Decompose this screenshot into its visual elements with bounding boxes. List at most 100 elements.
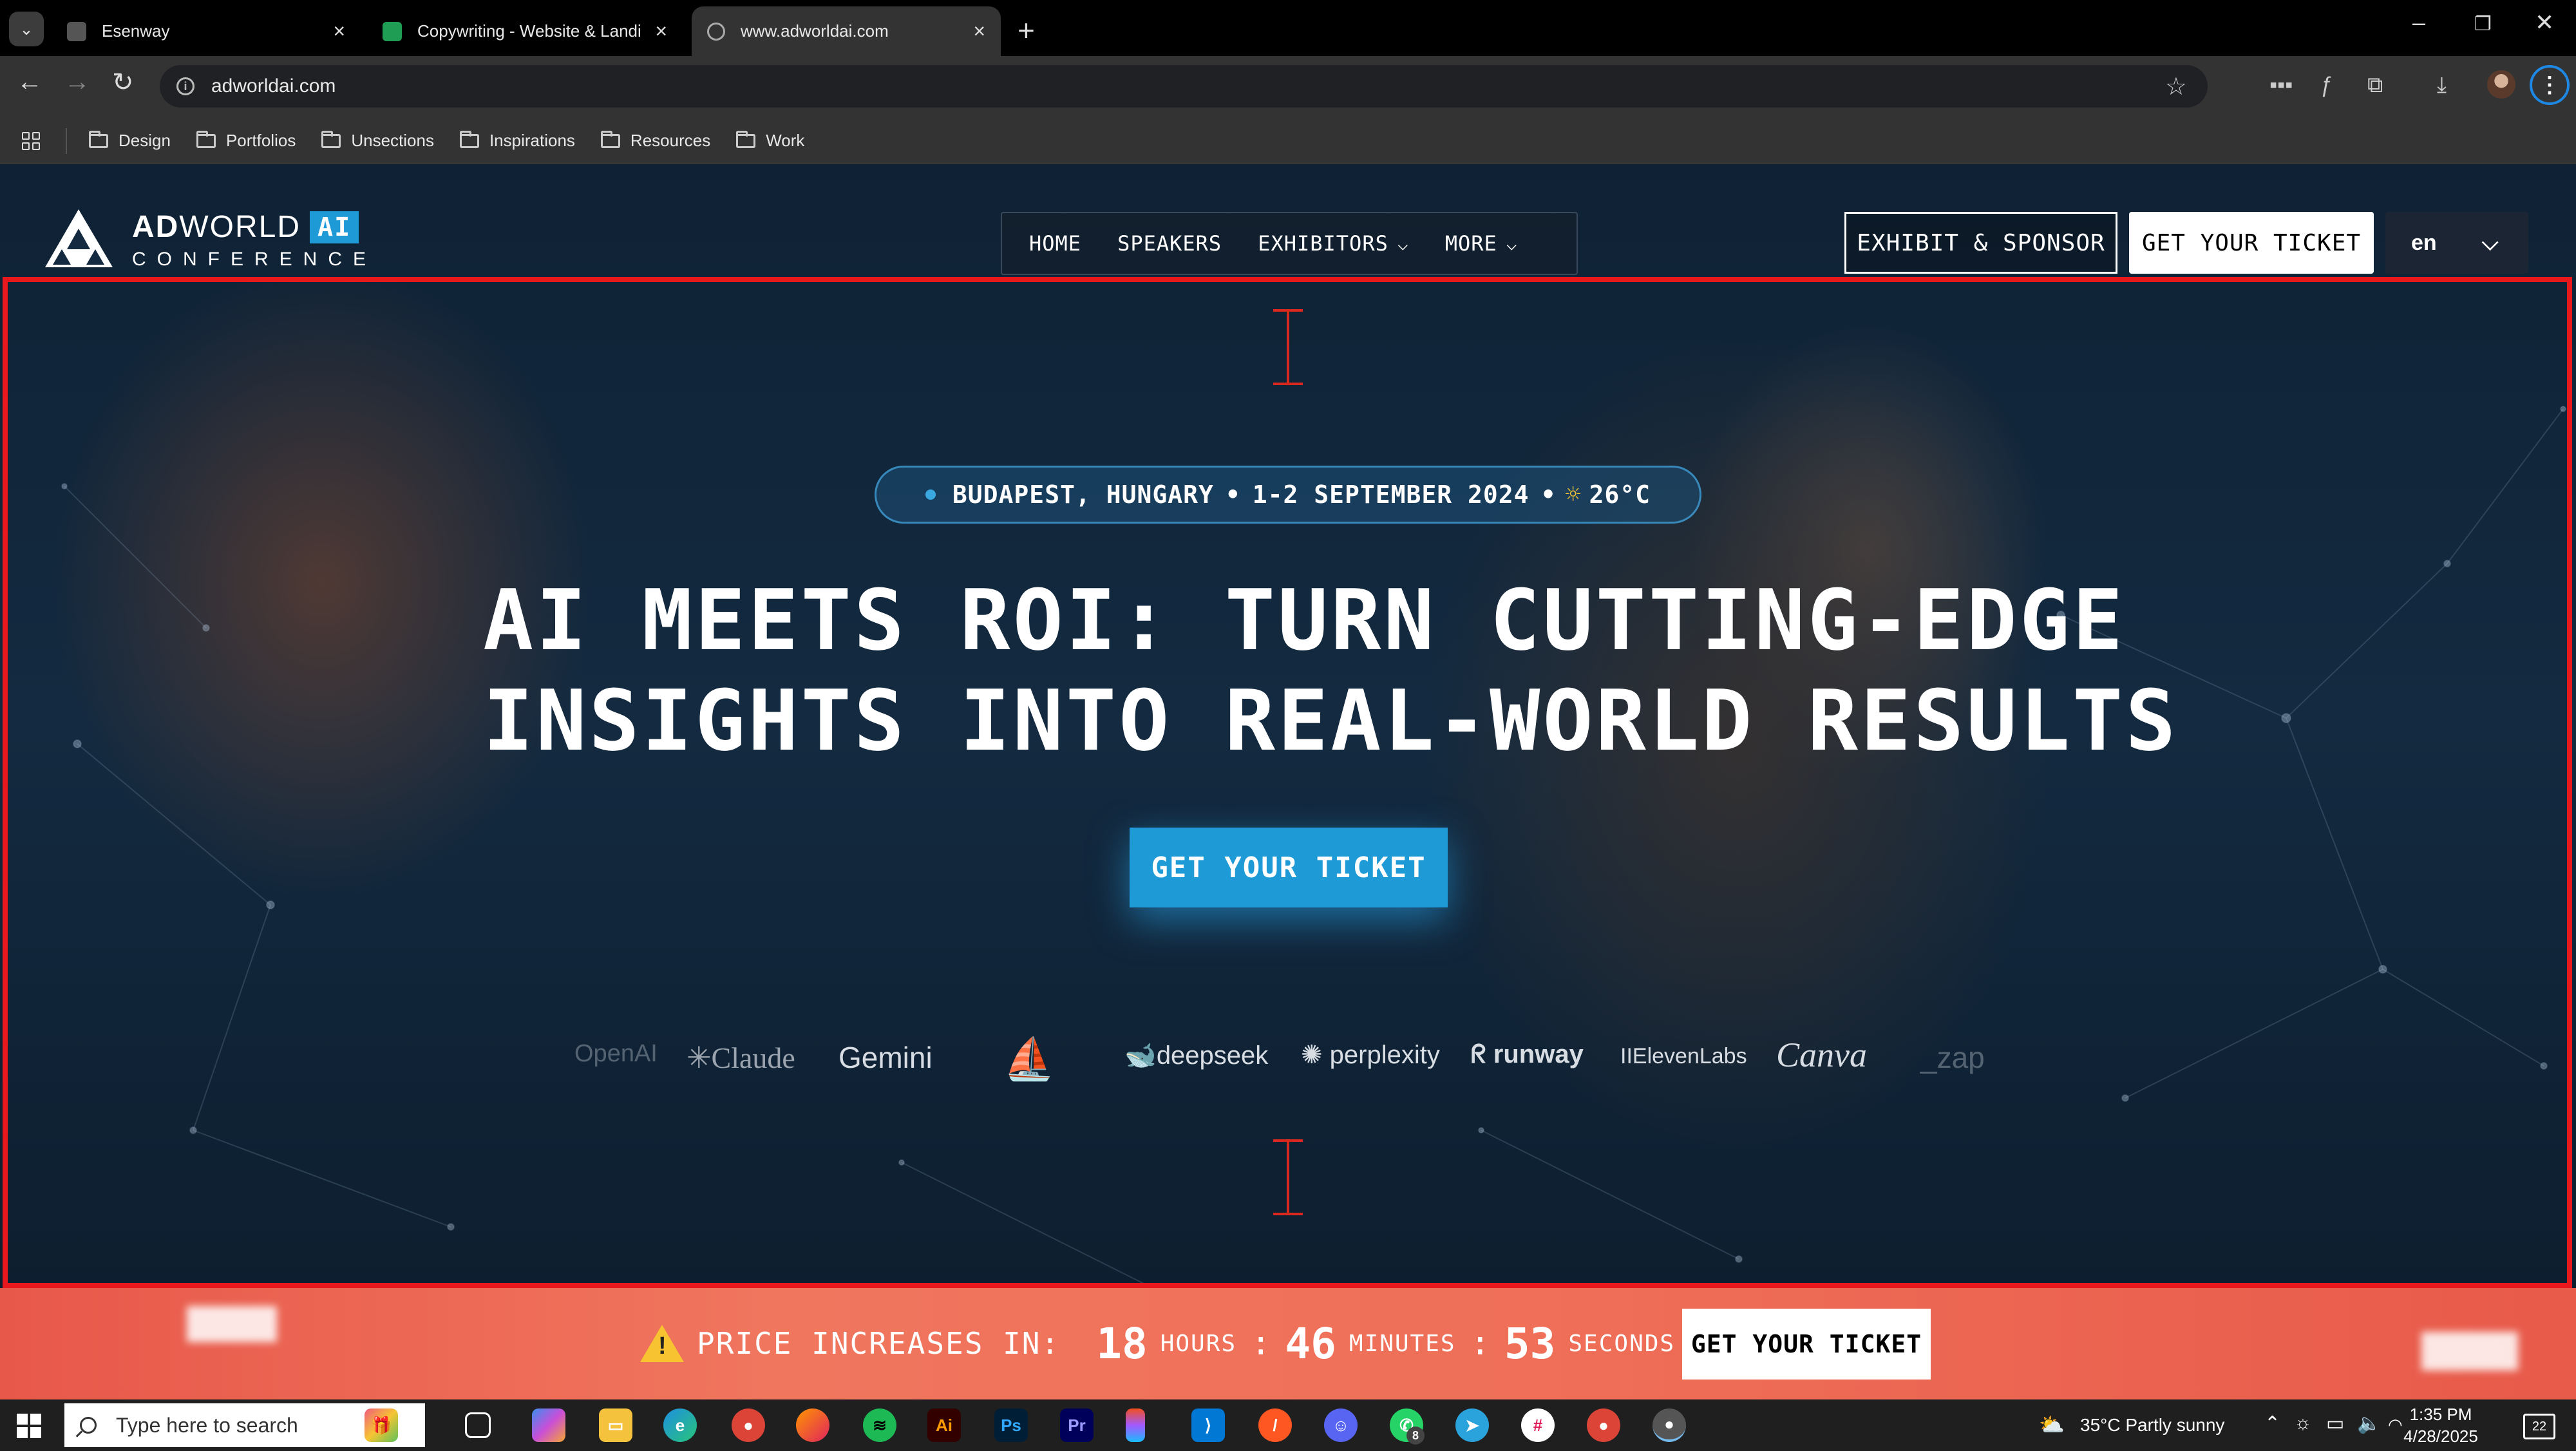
site-info-icon[interactable]: i (176, 77, 194, 95)
firefox-icon[interactable] (796, 1408, 829, 1442)
photoshop-icon[interactable]: Ps (994, 1408, 1028, 1442)
vscode-icon[interactable]: ⟩ (1191, 1408, 1225, 1442)
bookmark-label: Inspirations (489, 131, 575, 150)
claude-logo: ✳Claude (687, 1041, 795, 1074)
tab-search-button[interactable]: ⌄ (9, 12, 44, 46)
nav-exhibitors[interactable]: EXHIBITORS ⌵ (1258, 231, 1409, 256)
exhibit-sponsor-button[interactable]: EXHIBIT & SPONSOR (1844, 212, 2117, 274)
extension-dots-icon[interactable]: ▪▪▪ (2269, 73, 2293, 98)
close-tab-icon[interactable]: × (973, 19, 985, 43)
price-countdown-bar: ! PRICE INCREASES IN: 18 HOURS : 46 MINU… (0, 1288, 2576, 1399)
reload-icon[interactable]: ↻ (112, 68, 134, 97)
slack-icon[interactable]: # (1521, 1408, 1555, 1442)
tab-copywriting[interactable]: Copywriting - Website & Landi × (367, 6, 683, 56)
illustrator-icon[interactable]: Ai (927, 1408, 961, 1442)
chevron-up-icon[interactable]: ⌃ (2264, 1412, 2280, 1435)
browser-tab-strip: ⌄ Esenway × Copywriting - Website & Land… (0, 0, 2576, 56)
bookmarks-divider (66, 128, 67, 154)
windows-start-icon[interactable] (17, 1414, 41, 1438)
seconds-unit: SECONDS (1568, 1330, 1676, 1357)
canva-logo: Canva (1776, 1036, 1867, 1074)
brightness-icon[interactable]: ☼ (2294, 1412, 2312, 1434)
chrome-active-icon[interactable]: ● (1653, 1408, 1686, 1442)
header-ticket-button[interactable]: GET YOUR TICKET (2129, 212, 2374, 274)
logo-subtitle: CONFERENCE (132, 249, 377, 270)
adworld-logo[interactable]: AD WORLD AI CONFERENCE (45, 209, 377, 270)
profile-avatar[interactable] (2487, 70, 2515, 99)
bookmark-label: Portfolios (225, 131, 296, 150)
bookmark-folder-resources[interactable]: Resources (600, 130, 710, 151)
extensions-puzzle-icon[interactable]: ⧉ (2367, 73, 2383, 98)
minimize-button[interactable]: – (2412, 9, 2425, 36)
address-bar[interactable]: i adworldai.com ☆ (160, 65, 2208, 108)
tab-adworldai[interactable]: www.adworldai.com × (692, 6, 1001, 56)
postman-icon[interactable]: / (1258, 1408, 1292, 1442)
price-bar-ticket-button[interactable]: GET YOUR TICKET (1682, 1309, 1931, 1380)
openai-logo: OpenAI (574, 1040, 658, 1067)
zapier-logo: _zap (1920, 1041, 1985, 1074)
task-view-icon[interactable] (465, 1412, 491, 1438)
weather-text[interactable]: 35°C Partly sunny (2080, 1415, 2224, 1436)
address-toolbar: ← → ↻ i adworldai.com ☆ ▪▪▪ ƒ ⧉ ⤓ ⋮ (0, 56, 2576, 118)
search-icon (80, 1417, 97, 1434)
formula-extension-icon[interactable]: ƒ (2320, 73, 2332, 98)
bookmark-folder-inspirations[interactable]: Inspirations (459, 130, 575, 151)
bookmark-folder-portfolios[interactable]: Portfolios (196, 130, 296, 151)
hero-ticket-button[interactable]: GET YOUR TICKET (1130, 828, 1448, 907)
bookmark-star-icon[interactable]: ☆ (2165, 72, 2187, 101)
notification-center-icon[interactable]: 22 (2523, 1414, 2555, 1439)
nav-more[interactable]: MORE ⌵ (1445, 231, 1518, 256)
tab-label: Esenway (102, 21, 170, 41)
windows-taskbar: Type here to search 🎁 ▭ e ● ≋ Ai Ps Pr ⟩… (0, 1399, 2576, 1451)
premiere-icon[interactable]: Pr (1060, 1408, 1094, 1442)
event-info-pill: BUDAPEST, HUNGARY • 1-2 SEPTEMBER 2024 •… (875, 466, 1701, 524)
nav-home[interactable]: HOME (1029, 231, 1081, 256)
search-placeholder: Type here to search (116, 1413, 298, 1437)
figma-icon[interactable] (1126, 1408, 1145, 1442)
bookmark-folder-design[interactable]: Design (89, 130, 171, 151)
tab-esenway[interactable]: Esenway × (52, 6, 361, 56)
restore-button[interactable]: ❐ (2474, 13, 2492, 35)
tab-label: Copywriting - Website & Landi (417, 21, 641, 41)
decorative-glow (187, 1306, 277, 1342)
chevron-down-icon: ⌄ (19, 19, 33, 39)
globe-favicon-icon (707, 22, 725, 41)
address-text: adworldai.com (211, 75, 336, 97)
close-tab-icon[interactable]: × (655, 19, 667, 43)
back-arrow-icon[interactable]: ← (17, 68, 43, 97)
minutes-unit: MINUTES (1349, 1330, 1456, 1357)
hours-unit: HOURS (1160, 1330, 1237, 1357)
system-clock[interactable]: 1:35 PM 4/28/2025 (2396, 1403, 2486, 1447)
volume-icon[interactable]: 🔈 (2357, 1412, 2381, 1435)
copilot-icon[interactable] (532, 1408, 565, 1442)
close-window-button[interactable]: ✕ (2535, 9, 2554, 36)
new-tab-button[interactable]: + (1018, 13, 1035, 48)
headline-line-2: INSIGHTS INTO REAL-WORLD RESULTS (483, 672, 2179, 770)
chevron-down-icon: ⌵ (1397, 232, 1409, 254)
discord-icon[interactable]: ☺ (1324, 1408, 1358, 1442)
battery-icon[interactable]: ▭ (2326, 1412, 2344, 1435)
telegram-icon[interactable]: ➤ (1455, 1408, 1489, 1442)
decorative-glow (2421, 1332, 2518, 1370)
countdown-minutes: 46 (1285, 1318, 1336, 1369)
nav-speakers[interactable]: SPEAKERS (1117, 231, 1222, 256)
logo-word-bold: AD (132, 210, 180, 244)
chrome-icon[interactable]: ● (1587, 1408, 1620, 1442)
forward-arrow-icon[interactable]: → (64, 68, 90, 97)
folder-icon (459, 130, 479, 148)
downloads-icon[interactable]: ⤓ (2437, 73, 2447, 98)
close-tab-icon[interactable]: × (333, 19, 345, 43)
spotify-icon[interactable]: ≋ (863, 1408, 896, 1442)
bookmark-folder-unsections[interactable]: Unsections (321, 130, 434, 151)
apps-grid-icon[interactable] (22, 131, 40, 150)
chrome-profile-icon[interactable]: ● (732, 1408, 765, 1442)
file-explorer-icon[interactable]: ▭ (599, 1408, 632, 1442)
event-temperature: 26°C (1589, 480, 1651, 509)
folder-icon (321, 130, 341, 148)
esenway-favicon-icon (67, 21, 86, 41)
edge-icon[interactable]: e (663, 1408, 697, 1442)
language-selector[interactable]: en ⌵ (2385, 212, 2528, 274)
folder-icon (196, 130, 216, 148)
browser-menu-icon[interactable]: ⋮ (2530, 65, 2570, 105)
bookmark-folder-work[interactable]: Work (736, 130, 804, 151)
